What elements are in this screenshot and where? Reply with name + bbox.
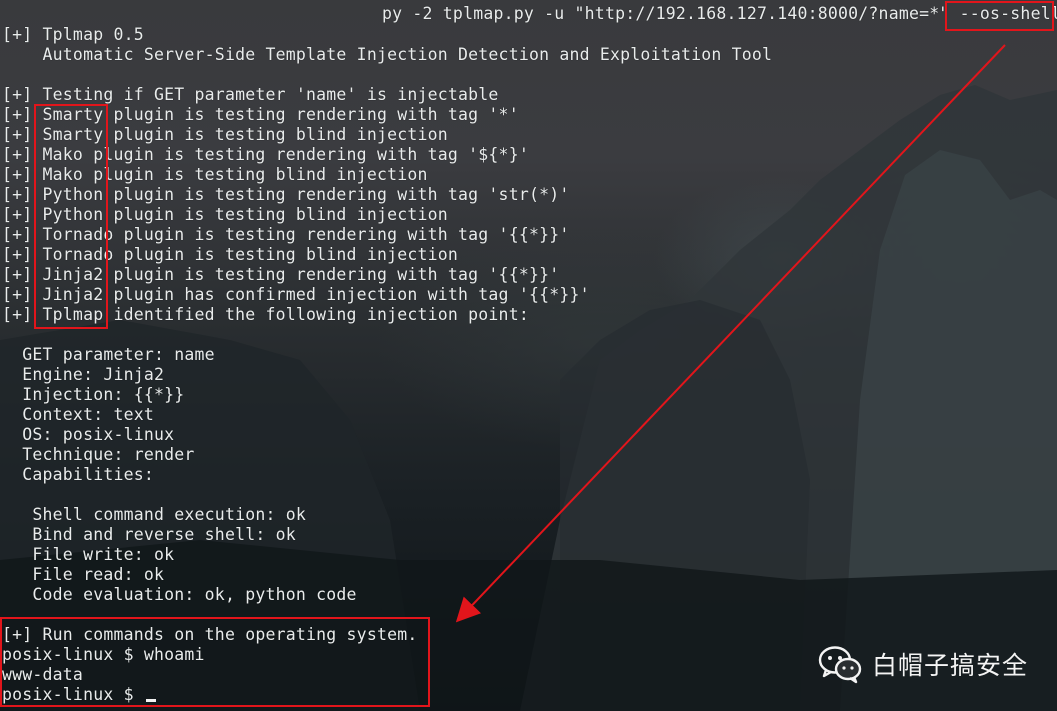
- wechat-icon: [818, 646, 862, 684]
- capability-line: Shell command execution: ok: [2, 505, 307, 524]
- injection-detail-line: Technique: render: [2, 445, 195, 464]
- capability-line: File write: ok: [2, 545, 175, 564]
- terminal-window[interactable]: py -2 tplmap.py -u "http://192.168.127.1…: [0, 0, 1057, 711]
- terminal-line: Automatic Server-Side Template Injection…: [2, 45, 773, 64]
- terminal-line: [+] Testing if GET parameter 'name' is i…: [2, 85, 499, 104]
- injection-detail-line: Capabilities:: [2, 465, 155, 484]
- injection-detail-line: Injection: {{*}}: [2, 385, 185, 404]
- capability-line: File read: ok: [2, 565, 165, 584]
- injection-detail-line: GET parameter: name: [2, 345, 215, 364]
- watermark-text: 白帽子搞安全: [872, 651, 1029, 680]
- injection-detail-line: Engine: Jinja2: [2, 365, 165, 384]
- os-shell-flag-highlight: [945, 1, 1054, 31]
- plugin-names-highlight: [34, 104, 108, 329]
- injection-detail-line: OS: posix-linux: [2, 425, 175, 444]
- injection-detail-line: Context: text: [2, 405, 155, 424]
- capability-line: Bind and reverse shell: ok: [2, 525, 296, 544]
- capability-line: Code evaluation: ok, python code: [2, 585, 357, 604]
- watermark: 白帽子搞安全: [818, 640, 1028, 688]
- terminal-line: [+] Tplmap 0.5: [2, 25, 144, 44]
- shell-session-highlight: [0, 617, 430, 707]
